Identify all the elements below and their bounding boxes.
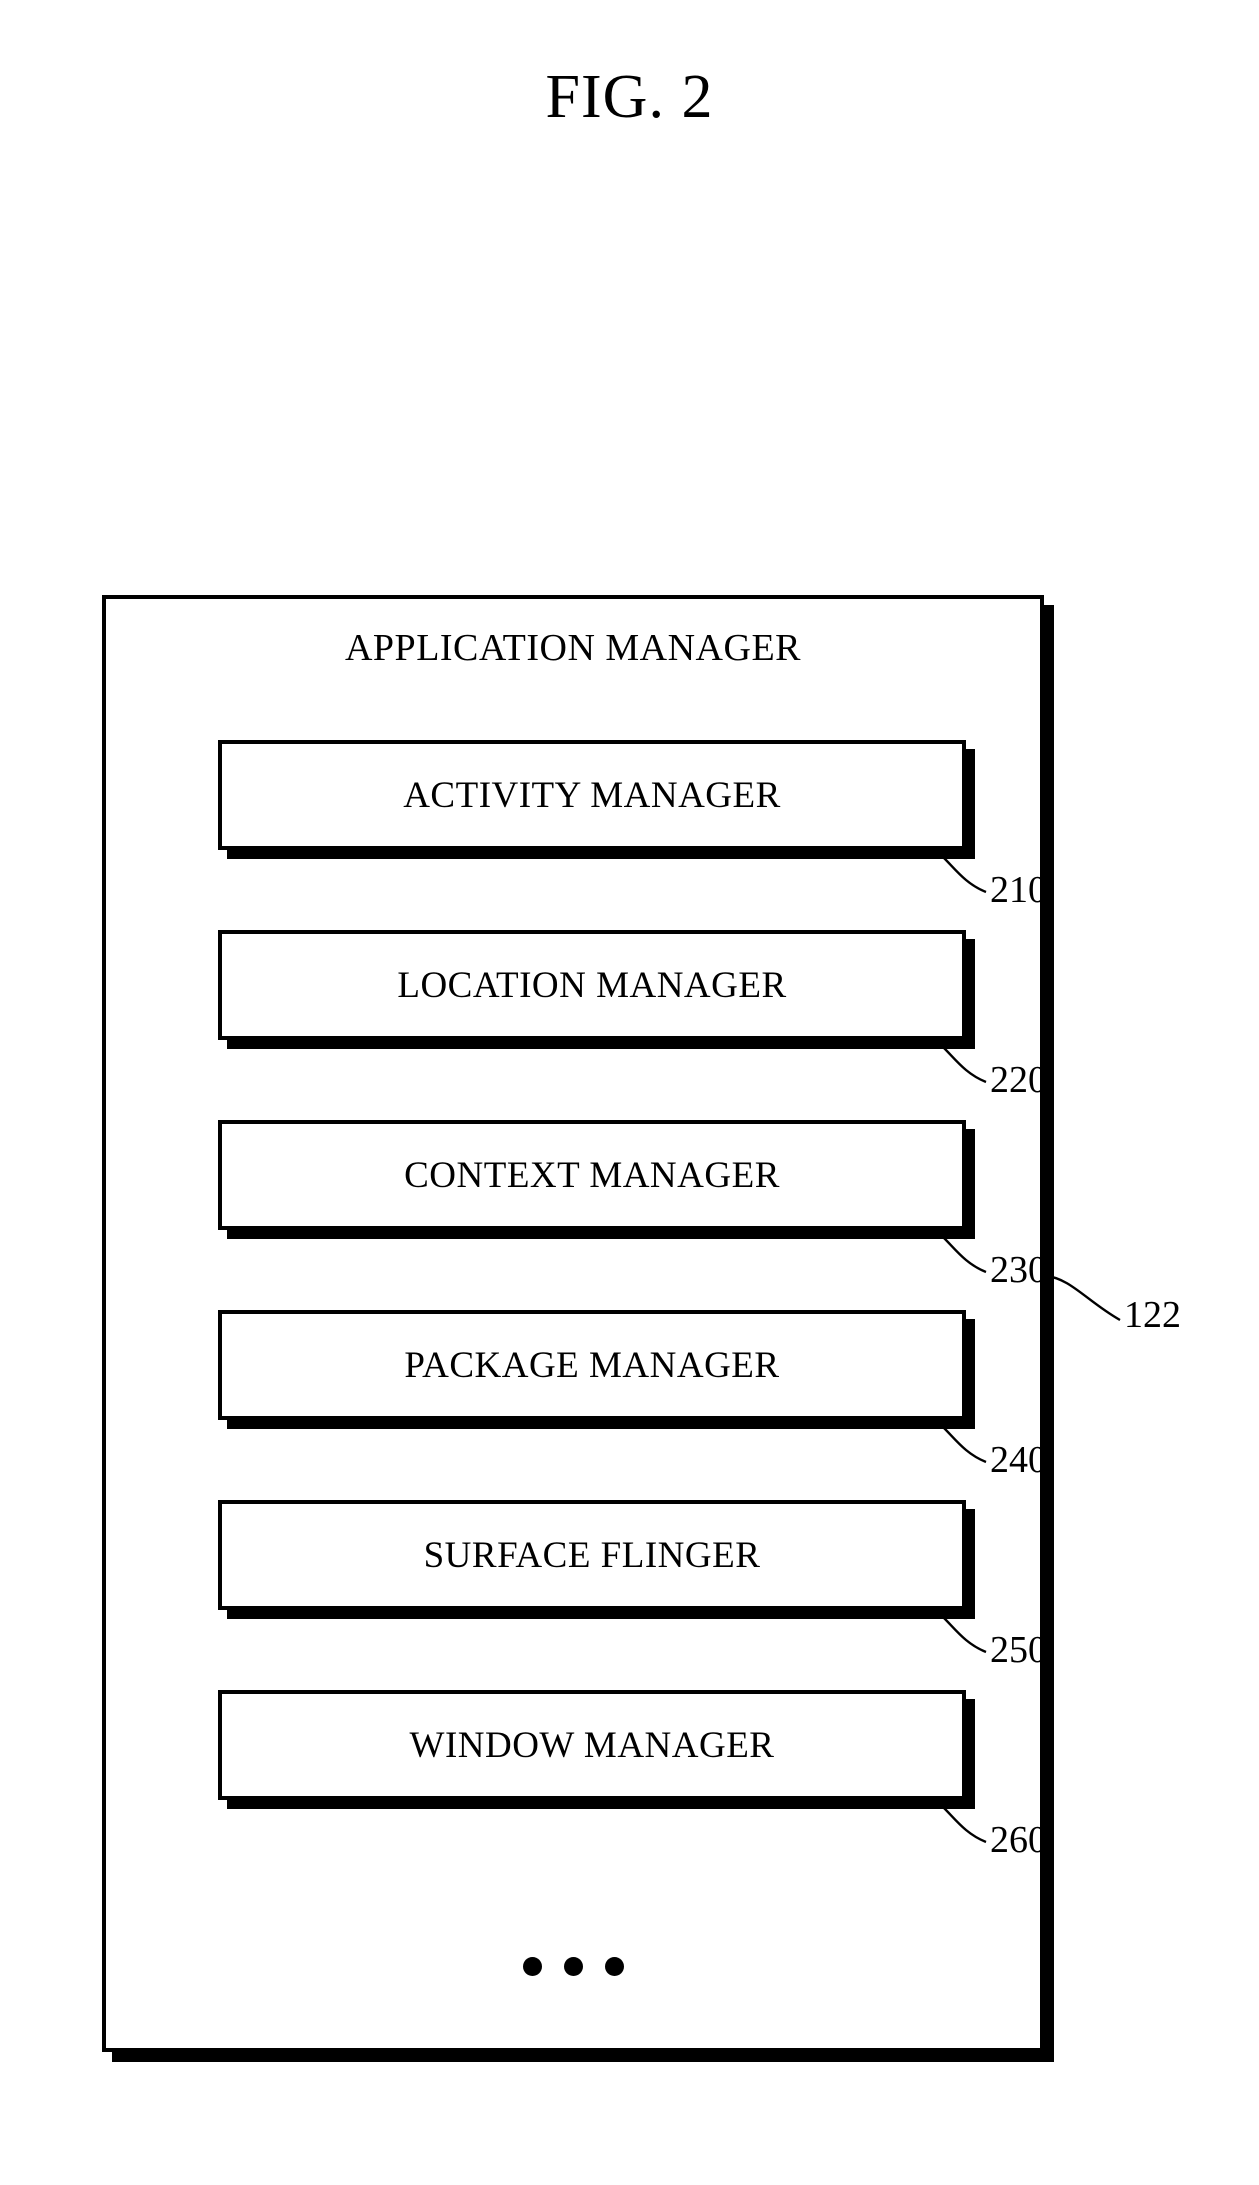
reference-number-240: 240 — [990, 1439, 1047, 1481]
module-box: WINDOW MANAGER — [218, 1690, 966, 1800]
application-manager-title: APPLICATION MANAGER — [344, 627, 802, 669]
module-label: SURFACE FLINGER — [423, 1534, 761, 1576]
reference-number-260: 260 — [990, 1819, 1047, 1861]
reference-number-122: 122 — [1124, 1294, 1181, 1336]
continuation-dots — [106, 1957, 1040, 1976]
module-box: PACKAGE MANAGER — [218, 1310, 966, 1420]
dot-icon — [522, 1957, 542, 1976]
dot-icon — [563, 1957, 583, 1976]
figure-title: FIG. 2 — [545, 63, 714, 131]
dot-icon — [604, 1957, 624, 1976]
module-label: LOCATION MANAGER — [397, 964, 787, 1006]
module-box: CONTEXT MANAGER — [218, 1120, 966, 1230]
patent-figure-page: FIG. 2 APPLICATION MANAGER ACTIVITY MANA… — [0, 0, 1259, 2185]
reference-number-230: 230 — [990, 1249, 1047, 1291]
module-label: WINDOW MANAGER — [409, 1724, 775, 1766]
module-label: PACKAGE MANAGER — [404, 1344, 780, 1386]
module-box: LOCATION MANAGER — [218, 930, 966, 1040]
reference-number-250: 250 — [990, 1629, 1047, 1671]
reference-number-220: 220 — [990, 1059, 1047, 1101]
module-box: SURFACE FLINGER — [218, 1500, 966, 1610]
module-label: CONTEXT MANAGER — [404, 1154, 780, 1196]
reference-number-210: 210 — [990, 869, 1047, 911]
module-box: ACTIVITY MANAGER — [218, 740, 966, 850]
module-label: ACTIVITY MANAGER — [403, 774, 781, 816]
